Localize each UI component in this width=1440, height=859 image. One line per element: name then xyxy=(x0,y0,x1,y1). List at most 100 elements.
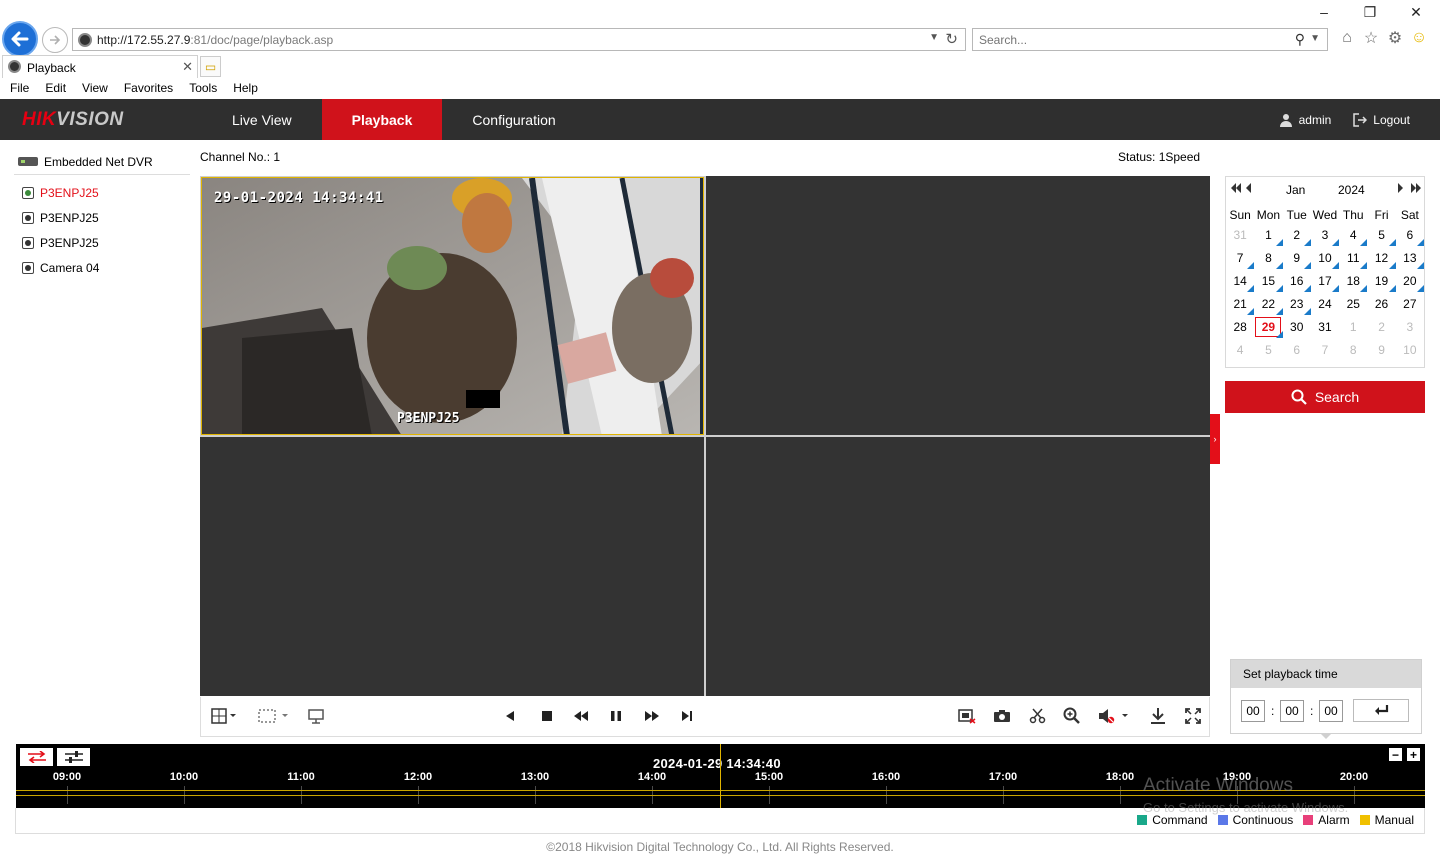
tree-root-dvr[interactable]: Embedded Net DVR xyxy=(14,149,190,175)
calendar-day[interactable]: 2 xyxy=(1283,223,1312,246)
calendar-day[interactable]: 30 xyxy=(1283,315,1311,338)
timeline-mode-button-1[interactable] xyxy=(20,748,53,766)
nav-configuration[interactable]: Configuration xyxy=(442,99,585,140)
menu-help[interactable]: Help xyxy=(223,79,258,99)
calendar-day[interactable]: 3 xyxy=(1396,315,1424,338)
timeline-zoom-in-button[interactable]: + xyxy=(1407,748,1420,761)
calendar-day[interactable]: 11 xyxy=(1339,246,1368,269)
browser-tab[interactable]: Playback ✕ xyxy=(2,55,198,78)
home-icon[interactable]: ⌂ xyxy=(1338,28,1356,48)
slow-forward-button[interactable] xyxy=(569,706,593,726)
calendar-day[interactable]: 7 xyxy=(1311,338,1339,361)
address-dropdown-icon[interactable]: ▼ xyxy=(929,32,939,43)
calendar-day[interactable]: 8 xyxy=(1339,338,1367,361)
timeline-mode-button-2[interactable] xyxy=(57,748,90,766)
stop-button[interactable] xyxy=(536,706,558,726)
timeline-cursor[interactable] xyxy=(720,744,721,808)
calendar-day[interactable]: 24 xyxy=(1311,292,1339,315)
calendar-year[interactable]: 2024 xyxy=(1338,183,1365,197)
user-menu[interactable]: admin xyxy=(1279,113,1331,127)
logout-button[interactable]: Logout xyxy=(1353,113,1410,127)
search-button[interactable]: Search xyxy=(1225,381,1425,413)
calendar-day[interactable]: 16 xyxy=(1283,269,1312,292)
calendar-day[interactable]: 5 xyxy=(1254,338,1282,361)
calendar-day[interactable]: 12 xyxy=(1367,246,1396,269)
calendar-day[interactable]: 23 xyxy=(1283,292,1312,315)
fullscreen-button[interactable] xyxy=(1182,706,1204,726)
calendar-day[interactable]: 31 xyxy=(1311,315,1339,338)
clip-button[interactable] xyxy=(1027,706,1049,726)
capture-mode-button[interactable] xyxy=(305,706,327,726)
collapse-panel-toggle[interactable]: › xyxy=(1210,414,1220,464)
calendar-day[interactable]: 27 xyxy=(1396,292,1424,315)
calendar-month[interactable]: Jan xyxy=(1286,183,1305,197)
settings-gear-icon[interactable]: ⚙ xyxy=(1386,28,1404,48)
timeline-zoom-out-button[interactable]: − xyxy=(1389,748,1402,761)
calendar-day[interactable]: 18 xyxy=(1339,269,1368,292)
video-pane-1[interactable]: 29-01-2024 14:34:41 P3ENPJ25 xyxy=(201,177,704,435)
calendar-day[interactable]: 15 xyxy=(1254,269,1283,292)
calendar-day[interactable]: 22 xyxy=(1254,292,1283,315)
single-frame-button[interactable] xyxy=(676,706,698,726)
menu-edit[interactable]: Edit xyxy=(35,79,66,99)
next-year-icon[interactable] xyxy=(1410,182,1422,196)
calendar-day[interactable]: 10 xyxy=(1396,338,1424,361)
close-window-icon[interactable]: ✕ xyxy=(1404,4,1428,21)
calendar-day[interactable]: 31 xyxy=(1226,223,1254,246)
hour-field[interactable]: 00 xyxy=(1241,700,1265,722)
second-field[interactable]: 00 xyxy=(1319,700,1343,722)
stop-all-button[interactable] xyxy=(956,706,978,726)
calendar-day[interactable]: 21 xyxy=(1226,292,1255,315)
tree-camera-3[interactable]: P3ENPJ25 xyxy=(14,230,190,255)
search-icon[interactable]: ⚲ xyxy=(1295,31,1305,48)
calendar-day[interactable]: 26 xyxy=(1367,292,1395,315)
video-pane-3[interactable] xyxy=(200,437,704,696)
capture-button[interactable] xyxy=(991,706,1013,726)
next-month-icon[interactable] xyxy=(1396,182,1404,196)
menu-favorites[interactable]: Favorites xyxy=(114,79,173,99)
calendar-day[interactable]: 9 xyxy=(1367,338,1395,361)
fast-forward-button[interactable] xyxy=(640,706,664,726)
calendar-day[interactable]: 9 xyxy=(1283,246,1312,269)
calendar-day[interactable]: 14 xyxy=(1226,269,1255,292)
tree-camera-4[interactable]: Camera 04 xyxy=(14,255,190,280)
restore-icon[interactable]: ❐ xyxy=(1358,4,1382,21)
calendar-day[interactable]: 25 xyxy=(1339,292,1367,315)
window-layout-button[interactable] xyxy=(207,706,241,726)
calendar-day[interactable]: 6 xyxy=(1396,223,1425,246)
calendar-day[interactable]: 3 xyxy=(1311,223,1340,246)
tree-camera-2[interactable]: P3ENPJ25 xyxy=(14,205,190,230)
browser-search-input[interactable] xyxy=(979,32,1279,48)
video-pane-2[interactable] xyxy=(706,176,1210,435)
calendar-day[interactable]: 4 xyxy=(1226,338,1254,361)
video-pane-4[interactable] xyxy=(706,437,1210,696)
address-bar[interactable]: http://172.55.27.9:81/doc/page/playback.… xyxy=(72,28,966,51)
nav-playback[interactable]: Playback xyxy=(321,99,443,140)
calendar-day[interactable]: 2 xyxy=(1367,315,1395,338)
pause-button[interactable] xyxy=(605,706,627,726)
favorites-star-icon[interactable]: ☆ xyxy=(1362,28,1380,48)
minute-field[interactable]: 00 xyxy=(1280,700,1304,722)
calendar-day[interactable]: 13 xyxy=(1396,246,1425,269)
digital-zoom-button[interactable] xyxy=(1061,706,1083,726)
tab-close-icon[interactable]: ✕ xyxy=(182,59,193,75)
reverse-play-button[interactable] xyxy=(499,706,521,726)
feedback-smiley-icon[interactable]: ☺ xyxy=(1410,28,1428,48)
calendar-day[interactable]: 10 xyxy=(1311,246,1340,269)
calendar-day[interactable]: 28 xyxy=(1226,315,1254,338)
region-select-button[interactable] xyxy=(257,706,291,726)
search-dropdown-icon[interactable]: ▼ xyxy=(1310,33,1320,44)
calendar-day[interactable]: 1 xyxy=(1339,315,1367,338)
apply-time-button[interactable] xyxy=(1353,699,1409,722)
menu-view[interactable]: View xyxy=(72,79,108,99)
minimize-icon[interactable]: – xyxy=(1312,4,1336,21)
calendar-day[interactable]: 20 xyxy=(1396,269,1425,292)
calendar-day[interactable]: 8 xyxy=(1254,246,1283,269)
calendar-day[interactable]: 17 xyxy=(1311,269,1340,292)
download-button[interactable] xyxy=(1147,706,1169,726)
calendar-day[interactable]: 1 xyxy=(1254,223,1283,246)
menu-tools[interactable]: Tools xyxy=(179,79,217,99)
calendar-day[interactable]: 5 xyxy=(1367,223,1396,246)
audio-button[interactable] xyxy=(1097,706,1131,726)
tree-camera-1[interactable]: P3ENPJ25 xyxy=(14,180,190,205)
